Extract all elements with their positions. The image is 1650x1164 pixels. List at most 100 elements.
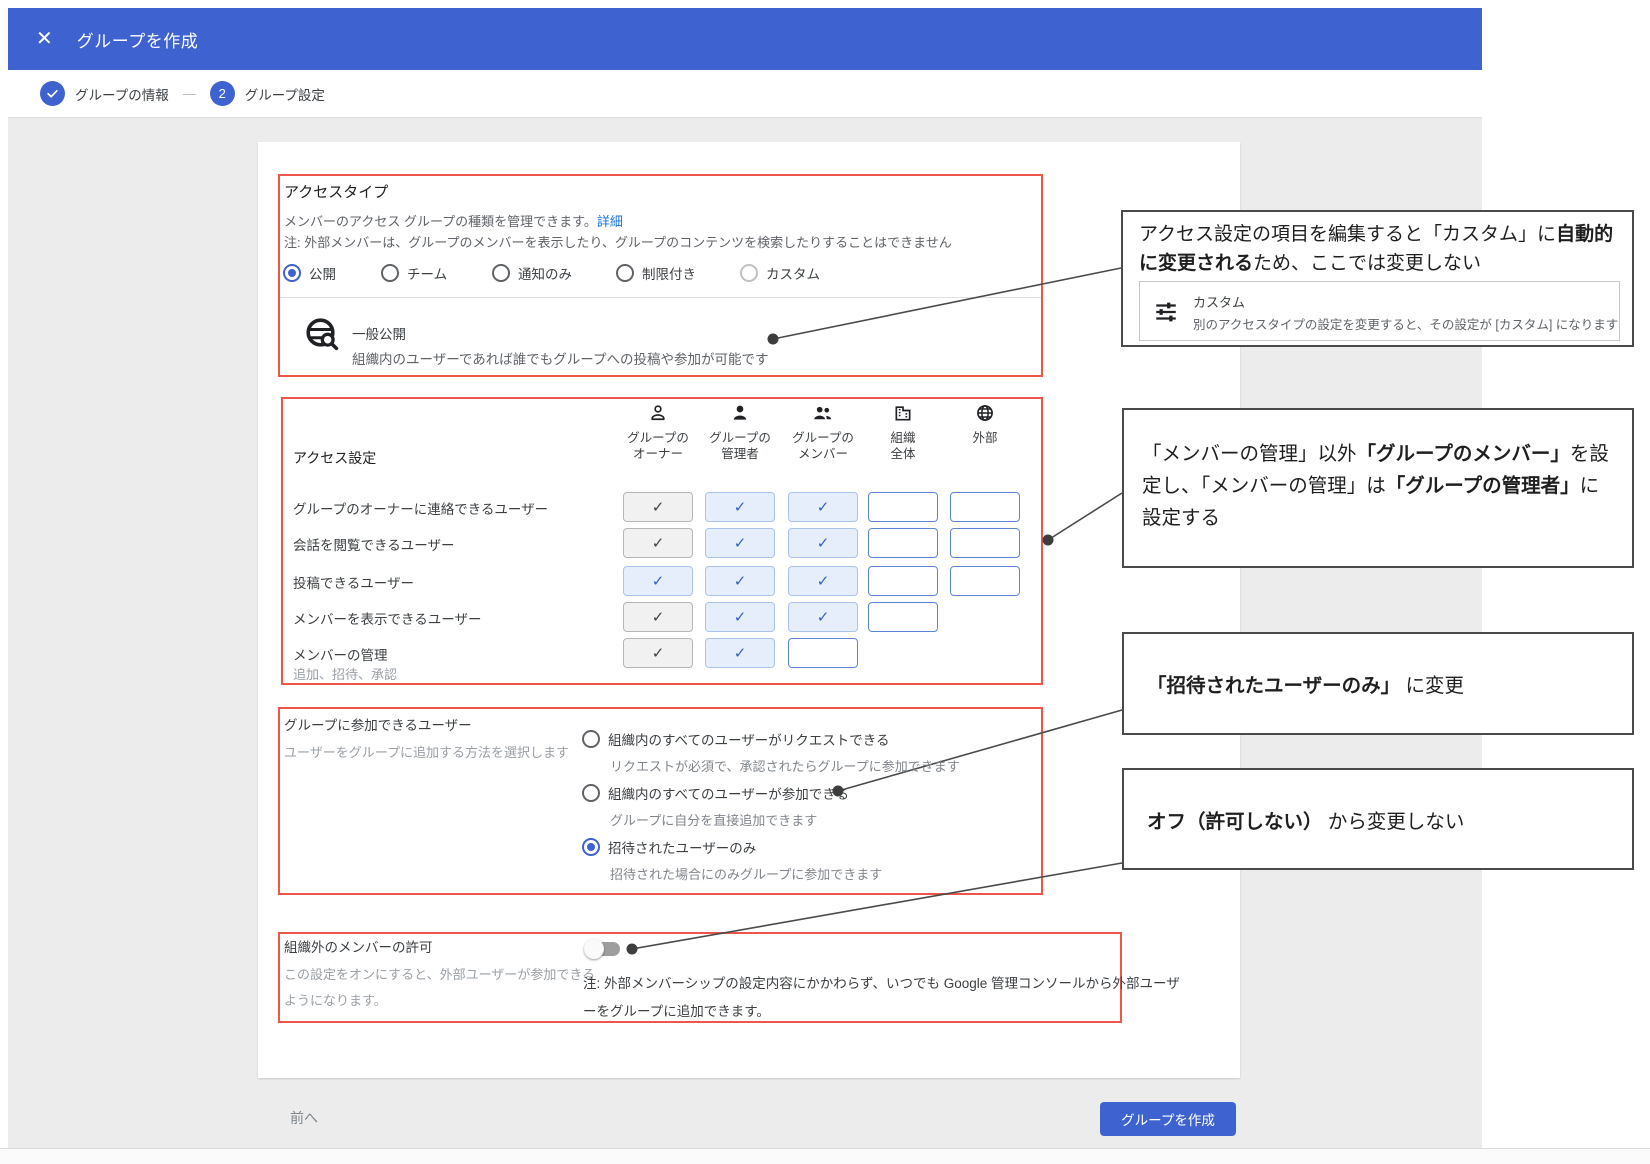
radio-icon [381,264,399,282]
access-cell-r5-c3[interactable] [788,638,858,668]
join-option-sub: 招待された場合にのみグループに参加できます [610,867,883,882]
annotation-text-members: 「メンバーの管理」以外「グループのメンバー」を設定し、「メンバーの管理」は「グル… [1142,438,1616,534]
join-group-title: グループに参加できるユーザー [284,718,472,733]
table-row-label: 会話を閲覧できるユーザー [293,538,455,553]
radio-label: カスタム [766,267,820,282]
access-cell-r4-c1[interactable]: ✓ [623,602,693,632]
selected-access-title: 一般公開 [352,327,406,342]
access-cell-r1-c4[interactable] [868,492,938,522]
annotation-box-toggle-off: オフ（許可しない） から変更しない [1122,768,1634,870]
access-cell-r4-c2[interactable]: ✓ [705,602,775,632]
divider [280,297,1041,298]
access-cell-r1-c5[interactable] [950,492,1020,522]
access-type-radio-1[interactable]: 公開 [283,263,336,283]
annotation-segment: 「メンバーの管理」以外 [1142,443,1357,465]
join-option-label: 組織内のすべてのユーザーが参加できる [608,787,849,802]
custom-card-title: カスタム [1193,295,1246,310]
step-group-info[interactable]: グループの情報 [40,81,169,106]
access-cell-r3-c1[interactable]: ✓ [623,566,693,596]
access-cell-r2-c4[interactable] [868,528,938,558]
page-bottom-strip [0,1148,1650,1164]
column-header-4: 組織 全体 [890,431,916,461]
access-type-note: 注: 外部メンバーは、グループのメンバーを表示したり、グループのコンテンツを検索… [284,235,952,250]
join-group-subtitle: ユーザーをグループに追加する方法を選択します [284,745,569,760]
radio-icon [582,838,600,856]
join-option-3[interactable]: 招待されたユーザーのみ [582,837,756,857]
table-row-label: 投稿できるユーザー [293,576,414,591]
back-button[interactable]: 前へ [290,1108,318,1128]
table-row-label: グループのオーナーに連絡できるユーザー [293,502,549,517]
page: ✕ グループを作成 グループの情報 — 2 グループ設定 アクセスタイプ メンバ… [0,0,1650,1164]
annotation-segment: に変更 [1400,675,1465,697]
access-cell-r3-c2[interactable]: ✓ [705,566,775,596]
column-header-5: 外部 [972,431,998,445]
access-settings-title: アクセス設定 [293,450,377,466]
access-cell-r1-c1[interactable]: ✓ [623,492,693,522]
external-members-toggle[interactable] [584,939,622,959]
person-filled-icon [729,402,751,424]
close-icon[interactable]: ✕ [36,29,53,49]
access-type-radio-2[interactable]: チーム [381,263,447,283]
radio-icon [283,264,301,282]
join-option-sub: グループに自分を直接追加できます [610,813,818,828]
table-row-sublabel: 追加、招待、承認 [293,667,398,682]
access-type-description-text: メンバーのアクセス グループの種類を管理できます。 [284,214,597,229]
annotation-box-custom: アクセス設定の項目を編集すると「カスタム」に自動的に変更されるため、ここでは変更… [1121,210,1634,347]
access-type-radio-5[interactable]: カスタム [740,263,820,283]
radio-label: チーム [407,267,448,282]
access-cell-r3-c5[interactable] [950,566,1020,596]
access-type-description: メンバーのアクセス グループの種類を管理できます。詳細 [284,211,623,230]
join-option-2[interactable]: 組織内のすべてのユーザーが参加できる [582,783,849,803]
globe-icon [974,402,996,424]
access-cell-r3-c4[interactable] [868,566,938,596]
step1-check-icon [40,81,65,106]
access-cell-r5-c2[interactable]: ✓ [705,638,775,668]
radio-label: 通知のみ [518,267,572,282]
external-members-note-line2: ーをグループに追加できます。 [583,1004,770,1019]
access-type-radio-4[interactable]: 制限付き [616,263,696,283]
radio-icon [582,730,600,748]
annotation-segment: ため、ここでは変更しない [1253,253,1482,274]
annotation-text-custom: アクセス設定の項目を編集すると「カスタム」に自動的に変更されるため、ここでは変更… [1139,220,1624,278]
annotation-text-toggle-off: オフ（許可しない） から変更しない [1147,806,1621,838]
stepper: グループの情報 — 2 グループ設定 [8,70,1482,118]
access-cell-r4-c3[interactable]: ✓ [788,602,858,632]
table-row-label: メンバーを表示できるユーザー [293,612,482,627]
access-cell-r2-c1[interactable]: ✓ [623,528,693,558]
join-option-label: 組織内のすべてのユーザーがリクエストできる [608,733,890,748]
radio-label: 公開 [309,267,336,282]
create-group-button[interactable]: グループを作成 [1100,1102,1236,1136]
selected-access-description: 組織内のユーザーであれば誰でもグループへの投稿や参加が可能です [352,352,769,367]
column-header-1: グループの オーナー [627,431,689,461]
custom-card-description: 別のアクセスタイプの設定を変更すると、その設定が [カスタム] になります [1193,318,1619,332]
annotation-text-invited: 「招待されたユーザーのみ」 に変更 [1147,670,1621,702]
building-icon [892,402,914,424]
step-group-settings[interactable]: 2 グループ設定 [209,81,325,106]
step2-number: 2 [209,81,235,106]
annotation-box-invited: 「招待されたユーザーのみ」 に変更 [1122,632,1634,735]
access-type-title: アクセスタイプ [284,184,389,201]
access-cell-r3-c3[interactable]: ✓ [788,566,858,596]
radio-icon [492,264,510,282]
access-cell-r5-c1[interactable]: ✓ [623,638,693,668]
tune-icon [1153,299,1179,325]
access-cell-r2-c5[interactable] [950,528,1020,558]
access-cell-r4-c4[interactable] [868,602,938,632]
people-icon [812,402,834,424]
toggle-knob [584,939,604,959]
access-cell-r1-c2[interactable]: ✓ [705,492,775,522]
step1-label: グループの情報 [75,87,169,103]
annotation-bold-segment: オフ（許可しない） [1147,811,1323,833]
annotation-bold-segment: 「招待されたユーザーのみ」 [1147,675,1401,697]
page-title: グループを作成 [76,31,199,51]
join-option-label: 招待されたユーザーのみ [608,841,757,856]
join-option-1[interactable]: 組織内のすべてのユーザーがリクエストできる [582,729,889,749]
step2-label: グループ設定 [244,87,325,103]
access-cell-r2-c2[interactable]: ✓ [705,528,775,558]
access-type-radio-3[interactable]: 通知のみ [492,263,572,283]
access-cell-r1-c3[interactable]: ✓ [788,492,858,522]
join-option-sub: リクエストが必須で、承認されたらグループに参加できます [610,759,960,774]
access-cell-r2-c3[interactable]: ✓ [788,528,858,558]
column-header-2: グループの 管理者 [709,431,771,461]
details-link[interactable]: 詳細 [597,214,623,229]
